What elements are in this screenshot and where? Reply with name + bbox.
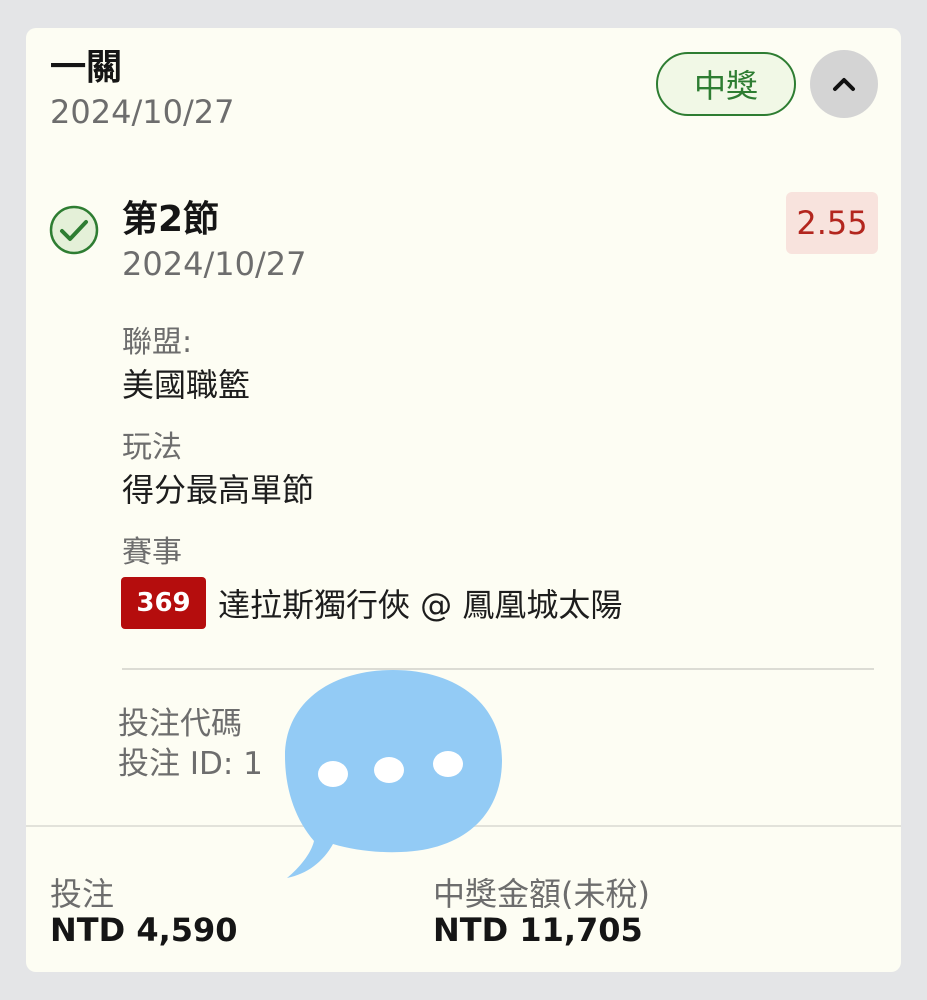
odds-badge: 2.55 — [786, 192, 878, 254]
event-row: 369 達拉斯獨行俠 @ 鳳凰城太陽 — [121, 577, 622, 629]
collapse-button[interactable] — [810, 50, 878, 118]
league-label: 聯盟: — [122, 325, 193, 360]
status-badge: 中獎 — [656, 52, 796, 116]
bet-id-label: 投注 ID: 1 — [118, 746, 263, 782]
stake-label: 投注 — [50, 875, 115, 913]
bet-type-title: 一關 — [50, 47, 123, 88]
leg-title: 第2節 — [122, 199, 220, 240]
bet-card: 一關 2024/10/27 中獎 第2節 2024/10/27 2.55 聯盟:… — [26, 28, 901, 972]
stake-value: NTD 4,590 — [50, 911, 238, 949]
payout-value: NTD 11,705 — [433, 911, 643, 949]
event-label: 賽事 — [122, 535, 182, 570]
league-value: 美國職籃 — [122, 366, 251, 404]
bet-code-label: 投注代碼 — [118, 706, 242, 742]
event-name: 達拉斯獨行俠 @ 鳳凰城太陽 — [218, 586, 623, 624]
market-value: 得分最高單節 — [122, 471, 315, 509]
leg-date: 2024/10/27 — [122, 245, 307, 283]
market-label: 玩法 — [122, 430, 182, 465]
chat-bubble-icon — [285, 670, 502, 878]
bet-date: 2024/10/27 — [50, 93, 235, 131]
event-code-badge: 369 — [121, 577, 206, 629]
check-circle-icon — [49, 205, 99, 255]
chevron-up-icon — [833, 78, 855, 91]
